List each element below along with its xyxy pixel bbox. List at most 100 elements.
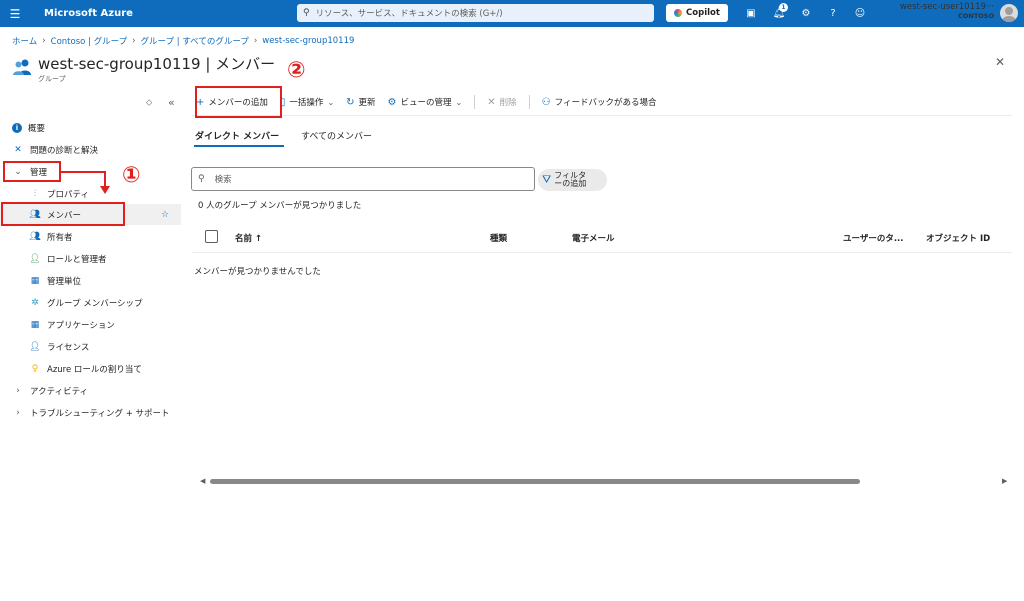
search-icon: ⚲ <box>303 8 310 18</box>
toolbar-divider <box>474 95 476 109</box>
cloud-shell-icon[interactable]: ▣ <box>744 6 758 20</box>
help-icon[interactable]: ? <box>826 6 840 20</box>
avatar[interactable] <box>1000 4 1018 22</box>
feedback-button[interactable]: ⚇ フィードバックがある場合 <box>541 96 657 109</box>
license-icon: 👤︎ <box>29 341 41 352</box>
roles-icon: 👤︎ <box>29 253 41 264</box>
sidebar-item-label: プロパティ <box>47 189 89 200</box>
breadcrumb: ホーム › Contoso | グループ › グループ | すべてのグループ ›… <box>12 35 354 47</box>
annotation-step-2: ② <box>287 58 306 83</box>
page-title: west-sec-group10119 | メンバー <box>38 55 276 73</box>
breadcrumb-group[interactable]: west-sec-group10119 <box>262 36 354 46</box>
empty-state-message: メンバーが見つかりませんでした <box>194 267 321 277</box>
sidebar-item-properties[interactable]: ⫶ プロパティ <box>0 183 181 204</box>
breadcrumb-separator-icon: › <box>253 36 258 46</box>
owners-icon: 👥︎ <box>29 231 41 242</box>
sidebar-item-label: ロールと管理者 <box>47 254 107 265</box>
bulk-operations-label: 一括操作 <box>289 98 324 108</box>
info-icon: i <box>12 122 22 133</box>
chevron-right-icon: › <box>16 385 20 396</box>
chevron-down-icon: ⌄ <box>455 97 463 107</box>
refresh-icon: ↻ <box>346 96 355 108</box>
sidebar-item-admin-units[interactable]: ▦ 管理単位 <box>0 270 181 291</box>
wrench-icon: ✕ <box>14 144 22 155</box>
add-filter-label: フィルタ ーの追加 <box>554 170 587 188</box>
collapse-sidebar-icon[interactable]: « <box>168 96 175 109</box>
brand-name[interactable]: Microsoft Azure <box>44 8 294 19</box>
results-count: 0 人のグループ メンバーが見つかりました <box>198 201 362 211</box>
scroll-right-icon[interactable]: ▶ <box>1002 477 1007 485</box>
annotation-box-manage <box>3 161 61 182</box>
toolbar-divider <box>528 95 530 109</box>
select-all-checkbox[interactable] <box>205 230 218 243</box>
copilot-icon <box>674 9 683 17</box>
delete-x-icon: ✕ <box>487 96 496 108</box>
sidebar-item-applications[interactable]: ▦ アプリケーション <box>0 314 181 335</box>
refresh-button[interactable]: ↻ 更新 <box>346 96 375 109</box>
feedback-icon[interactable]: ☺ <box>853 6 867 20</box>
manage-view-button[interactable]: ⚙ ビューの管理 ⌄ <box>387 96 463 109</box>
sidebar-item-owners[interactable]: 👥︎ 所有者 <box>0 226 181 247</box>
user-account[interactable]: west-sec-user10119··· CONTOSO <box>878 2 994 20</box>
tab-direct-members[interactable]: ダイレクト メンバー <box>195 129 279 142</box>
applications-grid-icon: ▦ <box>30 319 40 330</box>
member-search-input[interactable]: ⚲ 検索 <box>191 167 535 191</box>
global-search-input[interactable]: ⚲ リソース、サービス、ドキュメントの検索 (G+/) <box>297 4 654 22</box>
sidebar-item-label: アクティビティ <box>30 386 89 397</box>
membership-gear-icon: ✲ <box>31 297 39 308</box>
copilot-button[interactable]: Copilot <box>666 4 728 22</box>
active-tab-indicator <box>194 145 284 147</box>
sidebar-item-overview[interactable]: i 概要 <box>0 117 181 138</box>
sidebar-item-activity[interactable]: › アクティビティ <box>0 380 181 401</box>
bulk-operations-button[interactable]: ▯ 一括操作 ⌄ <box>280 96 335 109</box>
member-search-placeholder: 検索 <box>214 175 232 185</box>
horizontal-scrollbar[interactable] <box>210 479 860 484</box>
annotation-arrow-line <box>60 171 106 173</box>
tab-all-members[interactable]: すべてのメンバー <box>301 129 372 142</box>
delete-button[interactable]: ✕ 削除 <box>487 96 517 109</box>
column-header-type[interactable]: 種類 <box>490 232 507 244</box>
chevron-down-icon: ⌄ <box>327 97 335 107</box>
column-header-user-type[interactable]: ユーザーのタ... <box>843 232 904 244</box>
feedback-label: フィードバックがある場合 <box>554 98 657 108</box>
sidebar-item-diagnose[interactable]: ✕ 問題の診断と解決 <box>0 139 181 160</box>
hamburger-menu-icon[interactable]: ☰ <box>0 0 30 27</box>
key-icon: ♀ <box>31 363 39 374</box>
tenant-name: CONTOSO <box>958 11 994 20</box>
annotation-step-1: ① <box>122 163 141 188</box>
scroll-left-icon[interactable]: ◀ <box>200 477 205 485</box>
sidebar-item-group-membership[interactable]: ✲ グループ メンバーシップ <box>0 292 181 313</box>
expand-collapse-icon[interactable]: ⬦ <box>146 98 152 108</box>
settings-gear-icon[interactable]: ⚙ <box>799 6 813 20</box>
copilot-label: Copilot <box>686 8 720 18</box>
sidebar-item-roles[interactable]: 👤︎ ロールと管理者 <box>0 248 181 269</box>
annotation-box-members <box>1 202 125 226</box>
properties-icon: ⫶ <box>33 188 37 199</box>
feedback-person-icon: ⚇ <box>541 96 551 108</box>
search-icon: ⚲ <box>198 174 205 184</box>
breadcrumb-contoso-groups[interactable]: Contoso | グループ <box>51 35 127 47</box>
filter-icon: ⛛ <box>542 173 552 187</box>
add-filter-button[interactable]: ⛛ フィルタ ーの追加 <box>538 169 607 191</box>
global-search-placeholder: リソース、サービス、ドキュメントの検索 (G+/) <box>315 9 503 19</box>
toolbar-divider-line <box>192 115 1012 116</box>
sidebar-item-label: トラブルシューティング + サポート <box>30 408 170 419</box>
sidebar-item-troubleshooting[interactable]: › トラブルシューティング + サポート <box>0 402 181 423</box>
table-header-divider <box>192 252 1012 253</box>
column-header-object-id[interactable]: オブジェクト ID <box>926 232 990 244</box>
sidebar-item-label: Azure ロールの割り当て <box>47 364 142 375</box>
column-header-name[interactable]: 名前 ↑ <box>235 232 262 244</box>
gear-icon: ⚙ <box>387 96 397 108</box>
sidebar-item-licenses[interactable]: 👤︎ ライセンス <box>0 336 181 357</box>
delete-label: 削除 <box>499 98 517 108</box>
breadcrumb-all-groups[interactable]: グループ | すべてのグループ <box>141 35 249 47</box>
sidebar-item-azure-roles[interactable]: ♀ Azure ロールの割り当て <box>0 358 181 379</box>
breadcrumb-home[interactable]: ホーム <box>12 35 37 47</box>
sidebar-item-label: ライセンス <box>47 342 90 353</box>
column-header-email[interactable]: 電子メール <box>572 232 615 244</box>
manage-view-label: ビューの管理 <box>400 98 452 108</box>
annotation-arrow-line <box>104 171 106 187</box>
close-icon[interactable]: ✕ <box>995 55 1005 69</box>
favorite-star-icon[interactable]: ☆ <box>161 210 169 220</box>
sidebar-item-label: アプリケーション <box>47 320 115 331</box>
